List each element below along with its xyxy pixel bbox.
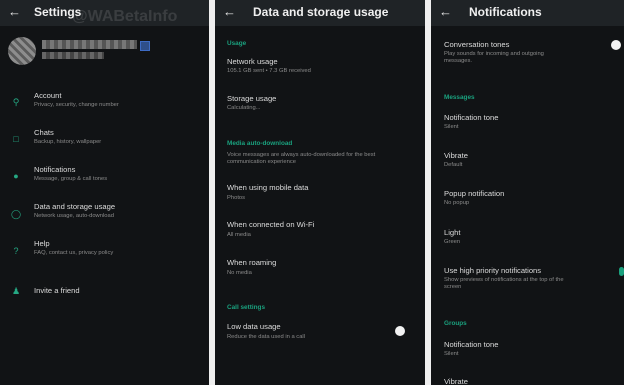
item-subtitle: No media bbox=[227, 270, 252, 276]
section-header-messages: Messages bbox=[444, 94, 475, 101]
item-title: Use high priority notifications bbox=[444, 266, 542, 275]
data-storage-screen: ← Data and storage usage Usage Network u… bbox=[215, 0, 425, 385]
item-title: Network usage bbox=[227, 57, 278, 66]
profile-name-blurred bbox=[42, 40, 137, 49]
item-title: Notification tone bbox=[444, 113, 499, 122]
arrow-left-icon[interactable]: ← bbox=[8, 5, 21, 19]
item-title: Conversation tones bbox=[444, 40, 510, 49]
item-subtitle: Silent bbox=[444, 124, 459, 130]
item-title: Account bbox=[34, 91, 62, 100]
help-icon: ? bbox=[13, 246, 19, 256]
item-title: Chats bbox=[34, 128, 54, 137]
arrow-left-icon[interactable]: ← bbox=[223, 5, 236, 19]
item-subtitle: Default bbox=[444, 162, 463, 168]
item-title: Vibrate bbox=[444, 377, 468, 385]
settings-screen: ← Settings @WABetaInfo ⚲ Account Privacy… bbox=[0, 0, 209, 385]
item-subtitle: Silent bbox=[444, 351, 459, 357]
item-subtitle: Privacy, security, change number bbox=[34, 102, 119, 108]
item-subtitle: Green bbox=[444, 239, 461, 245]
item-subtitle: 105.1 GB sent • 7.3 GB received bbox=[227, 68, 311, 74]
item-title: When connected on Wi-Fi bbox=[227, 220, 315, 229]
high-priority-toggle[interactable] bbox=[619, 267, 624, 276]
item-title: When using mobile data bbox=[227, 183, 309, 192]
item-title: Help bbox=[34, 239, 50, 248]
item-title: Data and storage usage bbox=[34, 202, 116, 211]
item-subtitle: Play sounds for incoming and outgoing bbox=[444, 51, 544, 57]
section-header-media-auto-download: Media auto-download bbox=[227, 140, 293, 147]
notifications-screen: ← Notifications Conversation tones Play … bbox=[431, 0, 624, 385]
section-header-usage: Usage bbox=[227, 40, 247, 47]
item-title: Popup notification bbox=[444, 189, 505, 198]
item-subtitle: FAQ, contact us, privacy policy bbox=[34, 250, 114, 256]
profile-about-blurred bbox=[42, 52, 104, 59]
item-title: Vibrate bbox=[444, 151, 468, 160]
item-subtitle: Photos bbox=[227, 195, 246, 201]
item-title: Invite a friend bbox=[34, 286, 80, 295]
auto-download-note-line2: communication experience bbox=[227, 159, 296, 165]
item-subtitle: Reduce the data used in a call bbox=[227, 334, 305, 340]
item-subtitle: All media bbox=[227, 232, 251, 238]
qr-code-icon[interactable] bbox=[140, 41, 150, 51]
arrow-left-icon[interactable]: ← bbox=[439, 5, 452, 19]
auto-download-note: Voice messages are always auto-downloade… bbox=[227, 152, 376, 158]
conversation-tones-toggle[interactable] bbox=[611, 40, 621, 50]
item-title: Storage usage bbox=[227, 94, 277, 103]
item-subtitle: Calculating... bbox=[227, 105, 261, 111]
item-subtitle: Show previews of notifications at the to… bbox=[444, 277, 564, 283]
watermark: @WABetaInfo bbox=[72, 8, 178, 25]
item-subtitle: Message, group & call tones bbox=[34, 176, 108, 182]
people-icon: ♟ bbox=[11, 286, 21, 296]
data-storage-app-bar: ← Data and storage usage bbox=[215, 0, 425, 26]
chat-icon: □ bbox=[13, 134, 19, 144]
item-subtitle-line2: messages. bbox=[444, 58, 473, 64]
data-usage-icon: ◯ bbox=[10, 209, 22, 219]
bell-icon: ● bbox=[13, 171, 19, 181]
item-title: Light bbox=[444, 228, 461, 237]
page-title: Notifications bbox=[469, 5, 542, 19]
item-title: Notification tone bbox=[444, 340, 499, 349]
item-subtitle: Network usage, auto-download bbox=[34, 213, 114, 219]
item-subtitle-line2: screen bbox=[444, 284, 462, 290]
item-title: Notifications bbox=[34, 165, 76, 174]
low-data-usage-toggle[interactable] bbox=[395, 326, 405, 336]
avatar[interactable] bbox=[8, 37, 36, 65]
item-subtitle: Backup, history, wallpaper bbox=[34, 139, 102, 145]
item-title: When roaming bbox=[227, 258, 277, 267]
key-icon: ⚲ bbox=[12, 97, 20, 107]
page-title: Data and storage usage bbox=[253, 5, 389, 19]
item-subtitle: No popup bbox=[444, 200, 470, 206]
settings-app-bar: ← Settings @WABetaInfo bbox=[0, 0, 209, 26]
item-title: Low data usage bbox=[227, 322, 281, 331]
notifications-app-bar: ← Notifications bbox=[431, 0, 624, 26]
section-header-call-settings: Call settings bbox=[227, 304, 265, 311]
section-header-groups: Groups bbox=[444, 320, 467, 327]
